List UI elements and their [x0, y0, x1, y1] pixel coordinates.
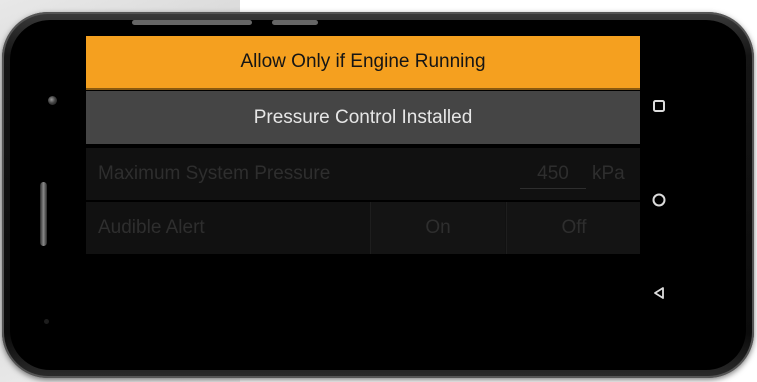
home-icon[interactable]	[646, 187, 672, 213]
back-icon[interactable]	[646, 280, 672, 306]
audible-alert-off-button[interactable]: Off	[506, 202, 640, 254]
allow-only-if-engine-running-button[interactable]: Allow Only if Engine Running	[86, 36, 640, 90]
audible-alert-row: Audible Alert On Off	[86, 202, 640, 254]
pressure-unit-label: kPa	[592, 163, 625, 184]
recent-apps-icon[interactable]	[646, 93, 672, 119]
maximum-system-pressure-row: Maximum System Pressure 450 kPa	[86, 148, 640, 200]
app-screen: Allow Only if Engine Running Pressure Co…	[86, 36, 640, 366]
volume-button	[132, 20, 252, 25]
maximum-system-pressure-label: Maximum System Pressure	[98, 163, 331, 184]
maximum-system-pressure-field[interactable]: 450	[520, 160, 586, 189]
power-button	[272, 20, 318, 25]
proximity-sensor	[44, 319, 49, 324]
front-camera	[48, 96, 57, 105]
audible-alert-label: Audible Alert	[98, 217, 205, 238]
audible-alert-on-button[interactable]: On	[370, 202, 505, 254]
earpiece-speaker	[40, 182, 47, 246]
pressure-control-installed-button[interactable]: Pressure Control Installed	[86, 91, 640, 144]
